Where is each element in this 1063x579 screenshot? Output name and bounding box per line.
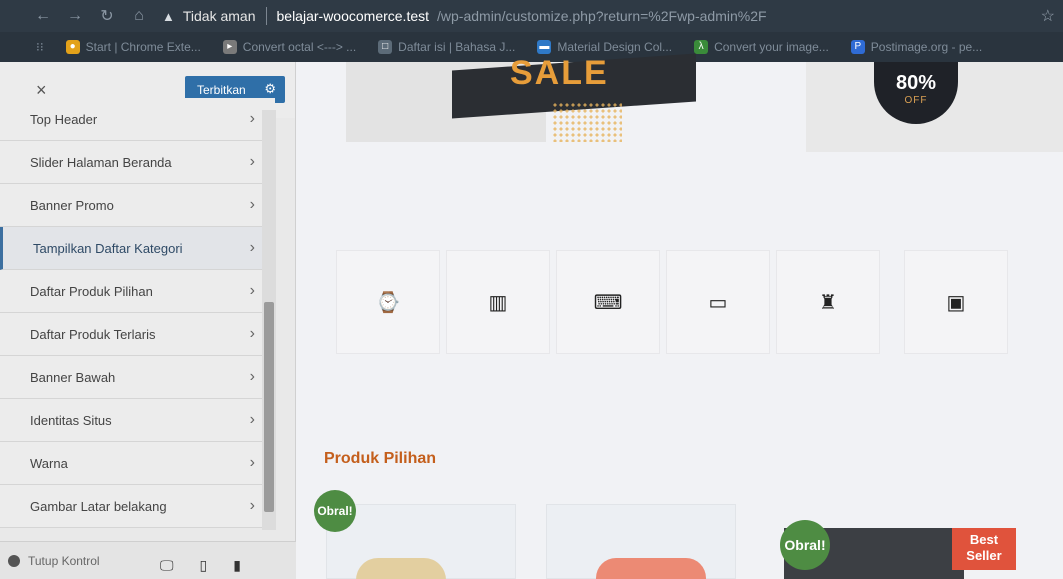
bookmark-favicon: ▸ bbox=[222, 40, 237, 54]
section-title: Produk Pilihan bbox=[324, 450, 437, 467]
forward-icon[interactable]: → bbox=[62, 7, 88, 25]
category-item[interactable]: ▣ bbox=[904, 250, 1008, 354]
category-item[interactable]: ♜ bbox=[776, 250, 880, 354]
menu-item-identitas[interactable]: Identitas Situs › bbox=[0, 399, 275, 442]
chevron-right-icon: › bbox=[249, 110, 255, 127]
bookmark-item[interactable]: □ Daftar isi | Bahasa J... bbox=[378, 40, 515, 54]
collapse-controls[interactable]: Tutup Kontrol bbox=[8, 554, 100, 568]
bookmark-item[interactable]: ▬ Material Design Col... bbox=[537, 40, 672, 54]
url-host: belajar-woocomerce.test bbox=[276, 8, 430, 24]
customizer-menu: Top Header › Slider Halaman Beranda › Bann… bbox=[0, 98, 275, 528]
warning-icon: ▲ bbox=[162, 8, 175, 24]
site-preview: SALE 80% OFF ⌚ ▥ ⌨ ▭ ♜ ▣ Produk Pilihan … bbox=[296, 53, 1063, 579]
bookmark-favicon: ● bbox=[65, 40, 80, 54]
chevron-right-icon: › bbox=[249, 325, 255, 342]
category-list: ⌚ ▥ ⌨ ▭ ♜ ▣ bbox=[336, 240, 1063, 370]
menu-item-produk-pilihan[interactable]: Daftar Produk Pilihan › bbox=[0, 270, 275, 313]
url-path: /wp-admin/customize.php?return=%2Fwp-adm… bbox=[437, 8, 767, 24]
laptop-open-icon: ▭ bbox=[708, 291, 728, 314]
gear-icon[interactable]: ⚙ bbox=[264, 81, 276, 97]
chevron-right-icon: › bbox=[249, 196, 255, 213]
menu-item-banner-bawah[interactable]: Banner Bawah › bbox=[0, 356, 275, 399]
menu-item-kategori[interactable]: Tampilkan Daftar Kategori › bbox=[0, 227, 275, 270]
laptop-icon: ⌨ bbox=[593, 291, 623, 314]
category-item[interactable]: ▥ bbox=[446, 250, 550, 354]
chevron-right-icon: › bbox=[249, 497, 255, 514]
bookmark-item[interactable]: ● Start | Chrome Exte... bbox=[65, 40, 201, 54]
apps-icon[interactable]: ⁝⁝ bbox=[36, 40, 44, 54]
home-icon[interactable]: ⌂ bbox=[126, 7, 152, 25]
browser-toolbar: ← → ↻ ⌂ ▲ Tidak aman belajar-woocomerce.… bbox=[0, 0, 1063, 32]
category-item[interactable]: ▭ bbox=[666, 250, 770, 354]
bookmark-item[interactable]: ▸ Convert octal <---> ... bbox=[222, 40, 356, 54]
wardrobe-icon: ▥ bbox=[488, 291, 508, 314]
bookmark-favicon: λ bbox=[694, 40, 709, 54]
bookmark-favicon: P bbox=[850, 40, 865, 54]
bookmark-item[interactable]: P Postimage.org - pe... bbox=[850, 40, 982, 54]
address-bar[interactable]: ▲ Tidak aman belajar-woocomerce.test/wp-… bbox=[162, 7, 767, 25]
best-seller-badge: Best Seller bbox=[952, 528, 1016, 570]
menu-item-gambar-latar[interactable]: Gambar Latar belakang › bbox=[0, 485, 275, 528]
divider bbox=[265, 7, 267, 25]
chevron-right-icon: › bbox=[249, 153, 255, 170]
sale-badge: Obral! bbox=[780, 520, 830, 570]
menu-item-slider[interactable]: Slider Halaman Beranda › bbox=[0, 141, 275, 184]
back-icon[interactable]: ← bbox=[30, 7, 56, 25]
bookmark-favicon: ▬ bbox=[537, 40, 552, 54]
reload-icon[interactable]: ↻ bbox=[94, 6, 120, 26]
menu-item-produk-terlaris[interactable]: Daftar Produk Terlaris › bbox=[0, 313, 275, 356]
tablet-icon[interactable]: ▯ bbox=[200, 557, 208, 574]
menu-item-top-header[interactable]: Top Header › bbox=[0, 98, 275, 141]
mobile-icon[interactable]: ▮ bbox=[233, 557, 241, 574]
menu-item-banner-promo[interactable]: Banner Promo › bbox=[0, 184, 275, 227]
device-preview: 🖵 ▯ ▮ bbox=[160, 557, 241, 574]
bookmark-star-icon[interactable]: ☆ bbox=[1041, 6, 1055, 26]
sale-text: SALE bbox=[510, 54, 609, 92]
category-item[interactable]: ⌨ bbox=[556, 250, 660, 354]
customizer-sidebar: × Terbitkan ⚙ Top Header › Slider Halaman… bbox=[0, 62, 296, 579]
desktop-icon[interactable]: 🖵 bbox=[160, 557, 174, 574]
scrollbar-thumb[interactable] bbox=[264, 302, 274, 512]
category-item[interactable]: ⌚ bbox=[336, 250, 440, 354]
chevron-right-icon: › bbox=[249, 282, 255, 299]
menu-item-warna[interactable]: Warna › bbox=[0, 442, 275, 485]
chevron-right-icon: › bbox=[249, 368, 255, 385]
customizer-footer: Tutup Kontrol 🖵 ▯ ▮ bbox=[0, 541, 296, 579]
bookmark-item[interactable]: λ Convert your image... bbox=[694, 40, 829, 54]
dot-pattern bbox=[552, 102, 622, 142]
product-image-shirt bbox=[596, 558, 706, 579]
collapse-icon bbox=[8, 554, 20, 567]
bookmark-favicon: □ bbox=[378, 40, 393, 54]
security-status: Tidak aman bbox=[182, 8, 256, 24]
sale-badge: Obral! bbox=[314, 490, 356, 532]
chevron-right-icon: › bbox=[249, 454, 255, 471]
chevron-right-icon: › bbox=[249, 239, 255, 256]
watch-icon: ⌚ bbox=[375, 291, 401, 314]
product-image-hat bbox=[356, 558, 446, 579]
figure-icon: ♜ bbox=[819, 291, 837, 314]
chevron-right-icon: › bbox=[249, 411, 255, 428]
image-placeholder-icon: ▣ bbox=[946, 291, 966, 314]
